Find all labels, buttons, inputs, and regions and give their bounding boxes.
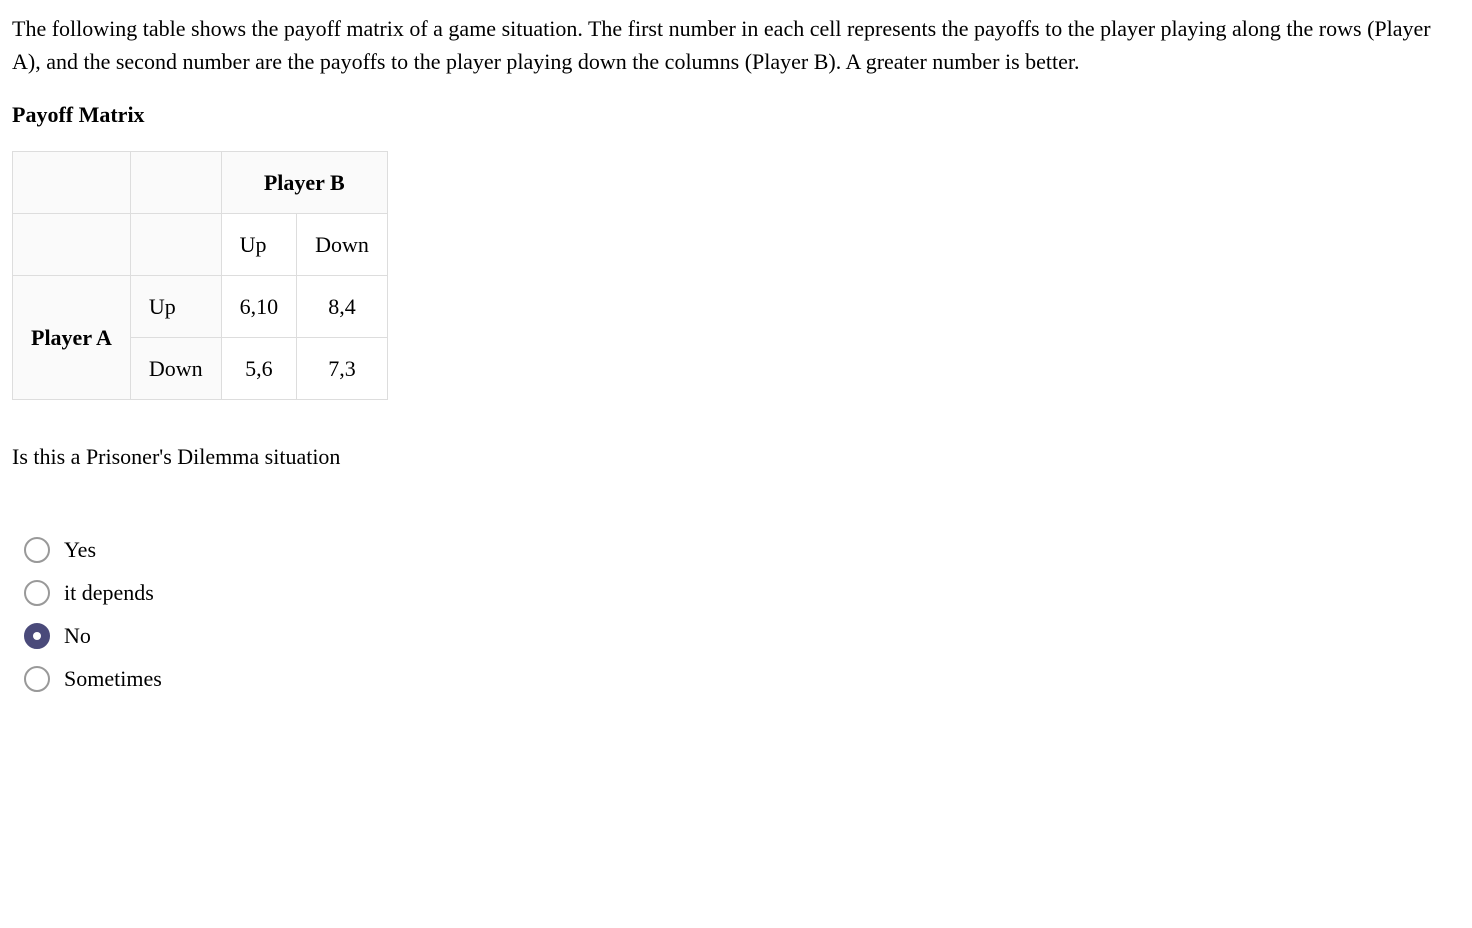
player-b-header: Player B — [221, 152, 387, 214]
row-header-up: Up — [130, 276, 221, 338]
option-sometimes[interactable]: Sometimes — [24, 662, 1460, 695]
cell-up-up: 6,10 — [221, 276, 297, 338]
col-header-up: Up — [221, 214, 297, 276]
radio-icon[interactable] — [24, 623, 50, 649]
table-empty-cell — [130, 214, 221, 276]
intro-text: The following table shows the payoff mat… — [12, 12, 1460, 78]
cell-down-down: 7,3 — [297, 338, 388, 400]
option-label: it depends — [64, 576, 154, 609]
option-label: Yes — [64, 533, 96, 566]
player-a-header: Player A — [13, 276, 131, 400]
option-label: No — [64, 619, 91, 652]
option-no[interactable]: No — [24, 619, 1460, 652]
matrix-title: Payoff Matrix — [12, 98, 1460, 131]
cell-down-up: 5,6 — [221, 338, 297, 400]
table-empty-cell — [13, 152, 131, 214]
radio-icon[interactable] — [24, 666, 50, 692]
option-it-depends[interactable]: it depends — [24, 576, 1460, 609]
option-label: Sometimes — [64, 662, 162, 695]
row-header-down: Down — [130, 338, 221, 400]
radio-icon[interactable] — [24, 580, 50, 606]
cell-up-down: 8,4 — [297, 276, 388, 338]
option-yes[interactable]: Yes — [24, 533, 1460, 566]
col-header-down: Down — [297, 214, 388, 276]
table-empty-cell — [130, 152, 221, 214]
table-empty-cell — [13, 214, 131, 276]
question-text: Is this a Prisoner's Dilemma situation — [12, 440, 1460, 473]
payoff-table: Player B Up Down Player A Up 6,10 8,4 Do… — [12, 151, 388, 400]
options-group: Yes it depends No Sometimes — [12, 533, 1460, 695]
radio-icon[interactable] — [24, 537, 50, 563]
